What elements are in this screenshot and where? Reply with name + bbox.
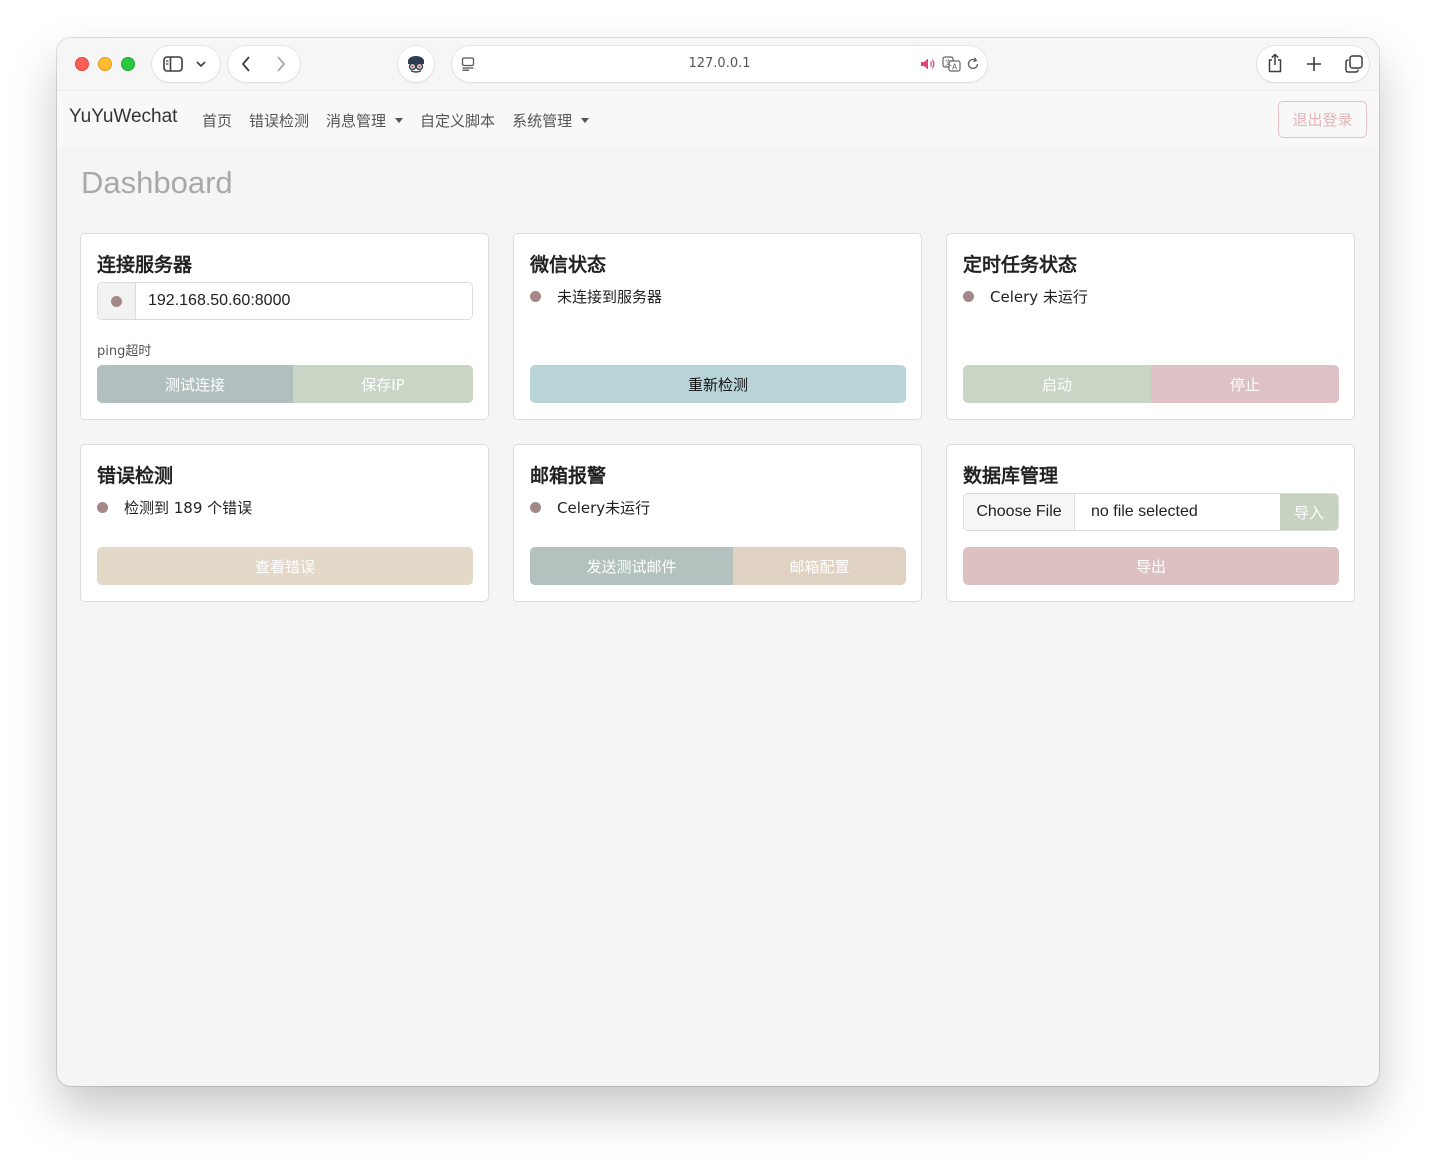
scheduler-status: Celery 未运行 <box>963 286 1088 307</box>
card-title: 邮箱报警 <box>530 465 607 487</box>
card-title: 数据库管理 <box>963 465 1059 487</box>
back-icon[interactable] <box>241 56 251 72</box>
wechat-card: 微信状态 未连接到服务器 重新检测 <box>513 233 922 420</box>
errors-status: 检测到 189 个错误 <box>97 497 252 518</box>
tab-overview-icon[interactable] <box>1345 55 1363 73</box>
send-test-mail-button[interactable]: 发送测试邮件 <box>530 547 733 585</box>
card-title: 错误检测 <box>97 465 174 487</box>
start-button[interactable]: 启动 <box>963 365 1151 403</box>
file-name-display: no file selected <box>1091 503 1198 520</box>
url-text: 127.0.0.1 <box>688 56 751 71</box>
recheck-button[interactable]: 重新检测 <box>530 365 906 403</box>
logout-button[interactable]: 退出登录 <box>1278 101 1367 138</box>
browser-window: 127.0.0.1 文 A YuYuWechat 首页 错误检测 消息管理 自定… <box>57 38 1379 1086</box>
share-icon[interactable] <box>1267 53 1283 73</box>
new-tab-icon[interactable] <box>1306 56 1322 72</box>
page-title: Dashboard <box>81 165 233 200</box>
nav-custom-script[interactable]: 自定义脚本 <box>420 110 495 131</box>
translate-icon[interactable]: 文 A <box>942 56 961 72</box>
database-card: 数据库管理 Choose File no file selected 导入 导出 <box>946 444 1355 602</box>
file-input-group: Choose File no file selected 导入 <box>963 493 1339 531</box>
import-button[interactable]: 导入 <box>1280 494 1338 530</box>
nav-message-dropdown[interactable]: 消息管理 <box>326 110 404 131</box>
mail-status-text: Celery未运行 <box>557 499 651 517</box>
minimize-window-button[interactable] <box>98 57 112 71</box>
test-connection-button[interactable]: 测试连接 <box>97 365 293 403</box>
zoom-window-button[interactable] <box>121 57 135 71</box>
history-nav-group <box>228 46 300 82</box>
errors-button-group: 查看错误 <box>97 547 473 585</box>
nav-message-label: 消息管理 <box>326 112 387 130</box>
server-ip-input[interactable] <box>136 283 472 319</box>
extension-button[interactable] <box>398 46 434 82</box>
scheduler-card: 定时任务状态 Celery 未运行 启动 停止 <box>946 233 1355 420</box>
address-bar[interactable]: 127.0.0.1 文 A <box>452 46 987 82</box>
export-button[interactable]: 导出 <box>963 547 1339 585</box>
errors-card: 错误检测 检测到 189 个错误 查看错误 <box>80 444 489 602</box>
card-title: 连接服务器 <box>97 254 193 276</box>
errors-status-text: 检测到 189 个错误 <box>124 499 253 517</box>
nav-system-label: 系统管理 <box>512 112 573 130</box>
status-dot-icon <box>530 502 541 513</box>
sidebar-icon <box>163 56 183 72</box>
mail-status: Celery未运行 <box>530 497 650 518</box>
ip-input-group <box>97 282 473 320</box>
toolbar-actions-group <box>1257 46 1369 82</box>
stop-button[interactable]: 停止 <box>1151 365 1339 403</box>
nav-home-label: 首页 <box>202 112 233 130</box>
card-title: 定时任务状态 <box>963 254 1078 276</box>
svg-text:A: A <box>952 63 958 72</box>
speaker-icon[interactable] <box>920 57 936 71</box>
status-dot-icon <box>963 291 974 302</box>
status-dot-icon <box>97 502 108 513</box>
forward-icon[interactable] <box>276 56 286 72</box>
nav-custom-script-label: 自定义脚本 <box>420 112 496 130</box>
choose-file-button[interactable]: Choose File <box>964 494 1075 530</box>
nav-error-detect-label: 错误检测 <box>249 112 310 130</box>
close-window-button[interactable] <box>75 57 89 71</box>
server-card: 连接服务器 ping超时 测试连接 保存IP <box>80 233 489 420</box>
database-button-group: 导出 <box>963 547 1339 585</box>
wechat-button-group: 重新检测 <box>530 365 906 403</box>
card-title: 微信状态 <box>530 254 607 276</box>
scheduler-status-text: Celery 未运行 <box>990 288 1088 306</box>
nav-system-dropdown[interactable]: 系统管理 <box>512 110 590 131</box>
view-errors-button[interactable]: 查看错误 <box>97 547 473 585</box>
scheduler-button-group: 启动 停止 <box>963 365 1339 403</box>
sidebar-toggle-group[interactable] <box>152 46 220 82</box>
chevron-down-icon[interactable] <box>196 61 206 68</box>
spy-extension-icon <box>408 56 424 73</box>
wechat-status-text: 未连接到服务器 <box>557 288 663 306</box>
connection-status-addon <box>98 283 136 319</box>
mail-card: 邮箱报警 Celery未运行 发送测试邮件 邮箱配置 <box>513 444 922 602</box>
save-ip-button[interactable]: 保存IP <box>293 365 473 403</box>
caret-down-icon <box>581 118 590 123</box>
status-dot-icon <box>111 295 122 307</box>
server-button-group: 测试连接 保存IP <box>97 365 473 403</box>
ping-help-text: ping超时 <box>97 344 152 359</box>
nav-error-detect[interactable]: 错误检测 <box>249 110 309 131</box>
svg-text:文: 文 <box>945 58 952 67</box>
wechat-status: 未连接到服务器 <box>530 286 662 307</box>
status-dot-icon <box>530 291 541 302</box>
main-nav: 首页 错误检测 消息管理 自定义脚本 系统管理 <box>202 110 606 131</box>
mail-config-button[interactable]: 邮箱配置 <box>733 547 906 585</box>
browser-titlebar: 127.0.0.1 文 A <box>57 38 1379 90</box>
reload-icon[interactable] <box>966 57 980 71</box>
caret-down-icon <box>395 118 404 123</box>
brand-link[interactable]: YuYuWechat <box>69 106 177 128</box>
mail-button-group: 发送测试邮件 邮箱配置 <box>530 547 906 585</box>
app-navbar: YuYuWechat 首页 错误检测 消息管理 自定义脚本 系统管理 退出登录 <box>57 90 1379 146</box>
nav-home[interactable]: 首页 <box>202 110 232 131</box>
